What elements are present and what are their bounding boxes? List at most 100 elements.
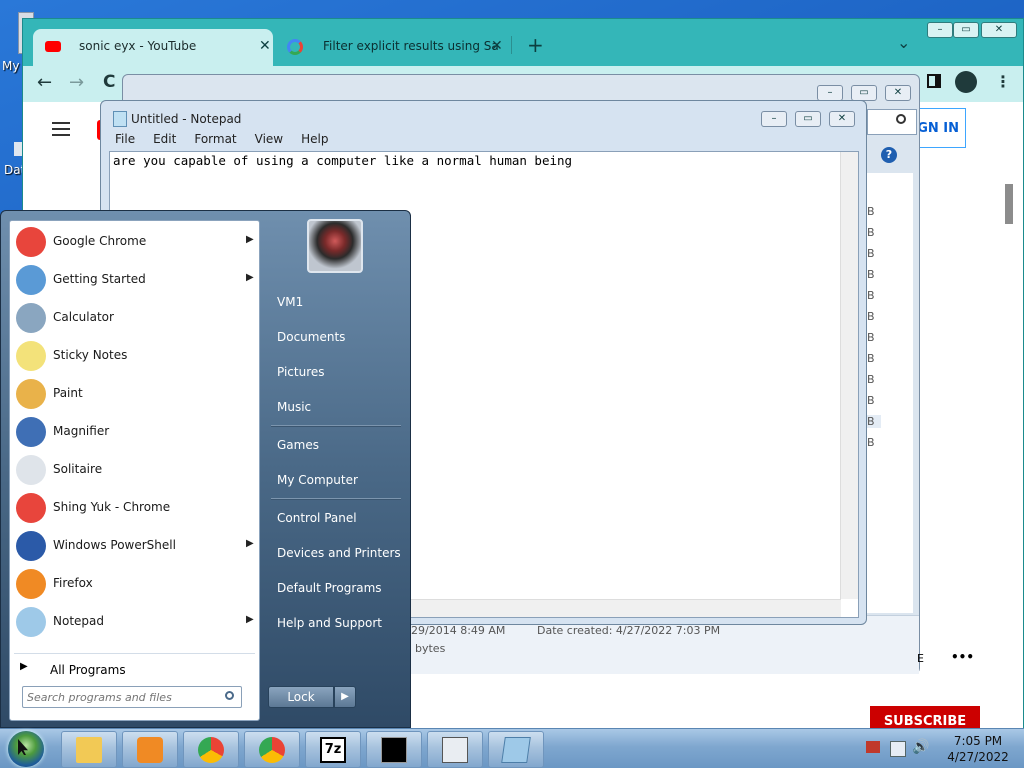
start-menu-item-label: Getting Started [53, 272, 146, 286]
menu-help[interactable]: Help [301, 132, 328, 146]
start-menu-item[interactable]: Calculator [14, 300, 255, 336]
maximize-button[interactable]: ▭ [795, 111, 821, 127]
scrollbar[interactable] [1005, 184, 1013, 224]
start-menu-item[interactable]: Paint [14, 376, 255, 412]
details-label: E [917, 652, 924, 665]
start-menu-item-label: Notepad [53, 614, 104, 628]
start-menu-item[interactable]: Windows PowerShell ▶ [14, 528, 255, 564]
tab-list-button[interactable]: ⌄ [897, 33, 910, 52]
start-menu-link[interactable]: Default Programs [277, 581, 382, 595]
shutdown-options-button[interactable]: ▶ [334, 686, 356, 708]
start-button[interactable] [8, 731, 44, 767]
minimize-button[interactable]: – [817, 85, 843, 101]
vertical-scrollbar[interactable] [840, 152, 858, 599]
start-menu-item-label: Solitaire [53, 462, 103, 476]
taskbar-button[interactable] [183, 731, 239, 768]
start-menu-link[interactable]: Devices and Printers [277, 546, 401, 560]
google-icon [287, 39, 303, 55]
forward-button[interactable]: → [69, 72, 84, 93]
tab-safesearch[interactable]: Filter explicit results using SafeSe [277, 29, 499, 66]
start-menu-link[interactable]: VM1 [277, 295, 303, 309]
maximize-button[interactable]: ▭ [953, 22, 979, 38]
start-menu-item[interactable]: Firefox [14, 566, 255, 602]
menu-view[interactable]: View [255, 132, 283, 146]
start-menu-link[interactable]: Music [277, 400, 311, 414]
volume-icon[interactable]: 🔊 [912, 739, 929, 755]
search-icon [896, 114, 906, 124]
menu-edit[interactable]: Edit [153, 132, 176, 146]
start-menu-item[interactable]: Sticky Notes [14, 338, 255, 374]
notepad-icon [113, 111, 127, 127]
cursor-icon [18, 739, 28, 755]
menu-file[interactable]: File [115, 132, 135, 146]
getting-started-icon [16, 265, 46, 295]
user-avatar[interactable] [307, 219, 363, 273]
subscribe-button[interactable]: SUBSCRIBE [870, 706, 980, 728]
menu-format[interactable]: Format [194, 132, 236, 146]
tab-title: sonic eyx - YouTube [79, 39, 197, 53]
taskbar-button[interactable] [61, 731, 117, 768]
start-menu-item[interactable]: Solitaire [14, 452, 255, 488]
start-menu-link[interactable]: Documents [277, 330, 345, 344]
chevron-right-icon: ▶ [246, 614, 254, 625]
start-menu-link[interactable]: Control Panel [277, 511, 357, 525]
maximize-button[interactable]: ▭ [851, 85, 877, 101]
start-menu-link[interactable]: Pictures [277, 365, 325, 379]
start-menu-item[interactable]: Shing Yuk - Chrome [14, 490, 255, 526]
search-programs-box[interactable] [22, 686, 242, 708]
close-button[interactable]: ✕ [885, 85, 911, 101]
new-tab-button[interactable]: + [527, 33, 544, 57]
lock-button[interactable]: Lock [268, 686, 334, 708]
start-menu-item[interactable]: Google Chrome ▶ [14, 224, 255, 260]
profile-icon[interactable] [955, 71, 977, 93]
start-menu-item[interactable]: Getting Started ▶ [14, 262, 255, 298]
taskbar-button[interactable]: 7z [305, 731, 361, 768]
divider [271, 425, 401, 427]
taskbar-button[interactable] [366, 731, 422, 768]
tab-youtube[interactable]: sonic eyx - YouTube ✕ [33, 29, 273, 66]
all-programs-button[interactable]: ▶ All Programs [14, 659, 255, 681]
taskbar-button[interactable] [427, 731, 483, 768]
reload-button[interactable]: C [103, 72, 115, 92]
start-menu-link[interactable]: My Computer [277, 473, 358, 487]
side-panel-icon[interactable] [927, 74, 941, 88]
start-menu-item-label: Google Chrome [53, 234, 147, 248]
close-button[interactable]: ✕ [981, 22, 1017, 38]
7zip-icon: 7z [320, 737, 346, 763]
size-unit: B [867, 394, 875, 407]
back-button[interactable]: ← [37, 72, 52, 93]
start-menu-item-label: Windows PowerShell [53, 538, 176, 552]
data-icon[interactable] [14, 142, 22, 156]
system-clock[interactable]: 7:05 PM 4/27/2022 [938, 733, 1018, 765]
chrome-menu-icon[interactable]: ⋮ [995, 72, 1011, 91]
start-menu-link[interactable]: Help and Support [277, 616, 382, 630]
editor-content[interactable]: are you capable of using a computer like… [113, 153, 572, 168]
desktop-icon-label[interactable]: My [2, 59, 19, 73]
taskbar-button[interactable] [122, 731, 178, 768]
start-menu-link[interactable]: Games [277, 438, 319, 452]
search-box[interactable] [867, 109, 917, 135]
taskbar-button[interactable] [244, 731, 300, 768]
close-icon[interactable]: ✕ [259, 38, 271, 54]
size-unit: B [867, 373, 875, 386]
media-player-icon [137, 737, 163, 763]
notepad-icon [16, 607, 46, 637]
search-input[interactable] [23, 687, 227, 707]
date-modified: 29/2014 8:49 AM [411, 624, 506, 637]
close-button[interactable]: ✕ [829, 111, 855, 127]
help-icon[interactable]: ? [881, 147, 897, 163]
all-programs-label: All Programs [50, 663, 126, 677]
action-center-icon[interactable] [890, 741, 906, 757]
more-options-button[interactable]: ••• [951, 650, 974, 664]
minimize-button[interactable]: – [927, 22, 953, 38]
network-icon[interactable] [866, 741, 880, 753]
close-icon[interactable]: ✕ [491, 38, 503, 54]
start-menu-item[interactable]: Magnifier [14, 414, 255, 450]
hamburger-icon[interactable] [52, 122, 70, 124]
size-unit: B [867, 205, 875, 218]
taskbar-button[interactable] [488, 731, 544, 768]
start-menu-item[interactable]: Notepad ▶ [14, 604, 255, 640]
tab-divider [511, 36, 512, 54]
minimize-button[interactable]: – [761, 111, 787, 127]
start-menu-item-label: Sticky Notes [53, 348, 128, 362]
